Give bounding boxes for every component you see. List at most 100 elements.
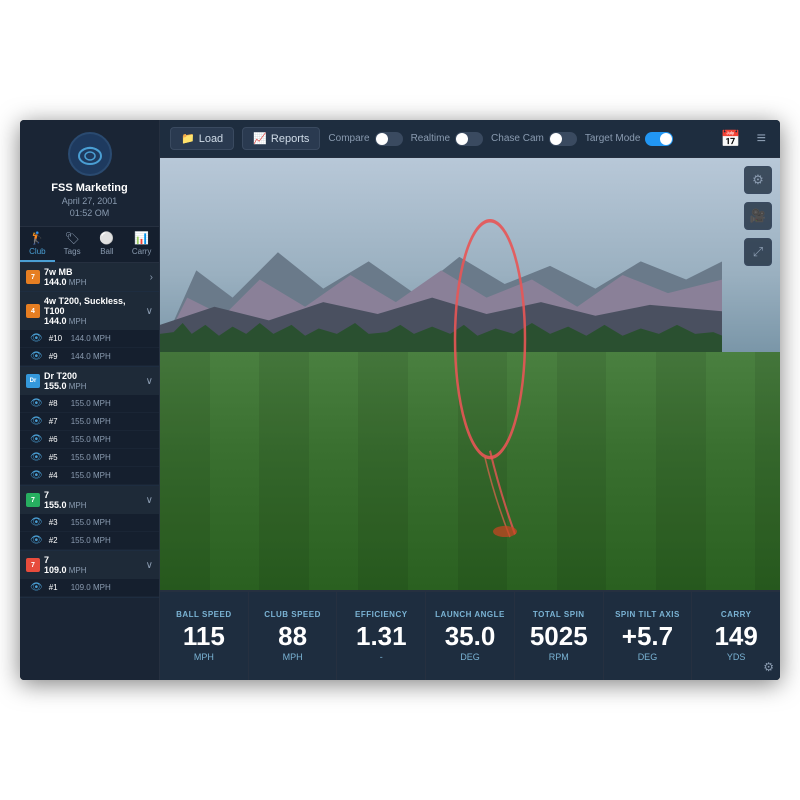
stat-club-speed-unit: MPH [283, 652, 303, 662]
realtime-knob [456, 133, 468, 145]
target-mode-toggle-group: Target Mode [585, 132, 674, 146]
club-7r-speed: 109.0 MPH [44, 565, 146, 575]
list-item: 👁 #4 155.0 MPH [20, 467, 159, 485]
tab-tags-label: Tags [64, 247, 81, 256]
club-7w-speed: 144.0 MPH [44, 277, 150, 287]
list-item: 👁 #6 155.0 MPH [20, 431, 159, 449]
eye-icon: 👁 [30, 535, 43, 546]
sub-item-4-label: #4 [49, 471, 67, 480]
target-mode-toggle[interactable] [645, 132, 673, 146]
club-group-7w: 7 7w MB 144.0 MPH › [20, 263, 159, 292]
fairway-stripe [358, 352, 408, 590]
chase-cam-label: Chase Cam [491, 133, 544, 144]
stat-total-spin-value: 5025 [530, 623, 588, 649]
load-button[interactable]: 📁 Load [170, 127, 234, 150]
chevron-7r: ∨ [146, 560, 153, 571]
eye-icon: 👁 [30, 333, 43, 344]
sky-area [160, 158, 780, 352]
stat-launch-angle-value: 35.0 [445, 623, 496, 649]
chase-cam-toggle[interactable] [549, 132, 577, 146]
list-item: 👁 #2 155.0 MPH [20, 532, 159, 550]
eye-icon: 👁 [30, 582, 43, 593]
tags-icon: 🏷 [65, 231, 80, 245]
club-group-7w-header[interactable]: 7 7w MB 144.0 MPH › [20, 263, 159, 291]
reports-icon: 📈 [253, 132, 267, 145]
stat-efficiency-label: EFFICIENCY [355, 610, 408, 619]
club-group-7g-header[interactable]: 7 7 155.0 MPH ∨ [20, 486, 159, 514]
stat-spin-tilt-unit: DEG [638, 652, 658, 662]
tab-ball[interactable]: ⚪ Ball [90, 227, 125, 262]
sub-item-8-label: #8 [49, 399, 67, 408]
stat-gear-icon[interactable]: ⚙ [763, 660, 774, 674]
sidebar-content: 7 7w MB 144.0 MPH › 4 4w T200, Suckless,… [20, 263, 159, 680]
stat-total-spin-label: TOTAL SPIN [533, 610, 585, 619]
sidebar: FSS Marketing April 27, 2001 01:52 OM 🏌 … [20, 120, 160, 680]
stat-efficiency-unit: - [380, 652, 383, 662]
club-group-dr-header[interactable]: Dr Dr T200 155.0 MPH ∨ [20, 367, 159, 395]
main-content: 📁 Load 📈 Reports Compare Realtime [160, 120, 780, 680]
camera-icon: 🎥 [750, 208, 766, 224]
stat-club-speed-value: 88 [278, 623, 307, 649]
eye-icon: 👁 [30, 470, 43, 481]
outer-wrapper: FSS Marketing April 27, 2001 01:52 OM 🏌 … [0, 0, 800, 800]
stat-ball-speed-value: 115 [183, 623, 225, 649]
stat-total-spin: TOTAL SPIN 5025 RPM [515, 592, 604, 680]
sub-item-1-label: #1 [49, 583, 67, 592]
realtime-toggle[interactable] [455, 132, 483, 146]
sub-item-2-label: #2 [49, 536, 67, 545]
stat-launch-angle-unit: DEG [460, 652, 480, 662]
sub-item-2-speed: 155.0 MPH [71, 536, 111, 545]
stat-carry-unit: YDS [727, 652, 746, 662]
club-7g-speed: 155.0 MPH [44, 500, 146, 510]
topbar: 📁 Load 📈 Reports Compare Realtime [160, 120, 780, 158]
expand-icon: ⤢ [753, 244, 763, 260]
sub-item-9-speed: 144.0 MPH [71, 352, 111, 361]
club-4w-sub-items: 👁 #10 144.0 MPH 👁 #9 144.0 MPH [20, 330, 159, 366]
sub-item-5-speed: 155.0 MPH [71, 453, 111, 462]
club-icon: 🏌 [30, 231, 45, 245]
compare-toggle-group: Compare [328, 132, 402, 146]
calendar-icon[interactable]: 📅 [717, 127, 745, 151]
camera-button[interactable]: 🎥 [744, 202, 772, 230]
stat-carry-label: CARRY [721, 610, 752, 619]
reports-button[interactable]: 📈 Reports [242, 127, 320, 150]
list-item: 👁 #9 144.0 MPH [20, 348, 159, 366]
chevron-7w: › [150, 272, 153, 283]
stat-launch-angle: LAUNCH ANGLE 35.0 DEG [426, 592, 515, 680]
club-dr-sub-items: 👁 #8 155.0 MPH 👁 #7 155.0 MPH 👁 #6 [20, 395, 159, 485]
chevron-dr: ∨ [146, 376, 153, 387]
club-dr-speed: 155.0 MPH [44, 381, 146, 391]
club-group-7g: 7 7 155.0 MPH ∨ 👁 #3 155.0 MPH [20, 486, 159, 551]
club-group-4w-header[interactable]: 4 4w T200, Suckless, T100 144.0 MPH ∨ [20, 292, 159, 330]
course-view: ⚙ 🎥 ⤢ [160, 158, 780, 590]
sub-item-1-speed: 109.0 MPH [71, 583, 111, 592]
stat-ball-speed: BALL SPEED 115 MPH [160, 592, 249, 680]
club-group-7r-header[interactable]: 7 7 109.0 MPH ∨ [20, 551, 159, 579]
club-7w-label: 7w MB [44, 267, 150, 277]
list-item: 👁 #7 155.0 MPH [20, 413, 159, 431]
stat-spin-tilt-value: +5.7 [622, 623, 673, 649]
fairway-area [160, 352, 780, 590]
settings-button[interactable]: ⚙ [744, 166, 772, 194]
realtime-label: Realtime [411, 133, 450, 144]
badge-7g: 7 [26, 493, 40, 507]
stat-carry: CARRY 149 YDS ⚙ [692, 592, 780, 680]
menu-icon[interactable]: ≡ [753, 128, 770, 150]
club-group-dr-info: Dr T200 155.0 MPH [44, 371, 146, 391]
tab-club-label: Club [29, 247, 45, 256]
club-group-4w: 4 4w T200, Suckless, T100 144.0 MPH ∨ 👁 … [20, 292, 159, 367]
club-7r-label: 7 [44, 555, 146, 565]
stat-ball-speed-label: BALL SPEED [176, 610, 232, 619]
app-container: FSS Marketing April 27, 2001 01:52 OM 🏌 … [20, 120, 780, 680]
fairway-stripe [160, 352, 210, 590]
chevron-7g: ∨ [146, 495, 153, 506]
eye-icon: 👁 [30, 398, 43, 409]
tab-tags[interactable]: 🏷 Tags [55, 227, 90, 262]
fairway-stripe [656, 352, 706, 590]
tab-carry[interactable]: 📊 Carry [124, 227, 159, 262]
tab-club[interactable]: 🏌 Club [20, 227, 55, 262]
side-icons: ⚙ 🎥 ⤢ [744, 166, 772, 266]
expand-button[interactable]: ⤢ [744, 238, 772, 266]
logo-circle [68, 132, 112, 176]
compare-toggle[interactable] [375, 132, 403, 146]
